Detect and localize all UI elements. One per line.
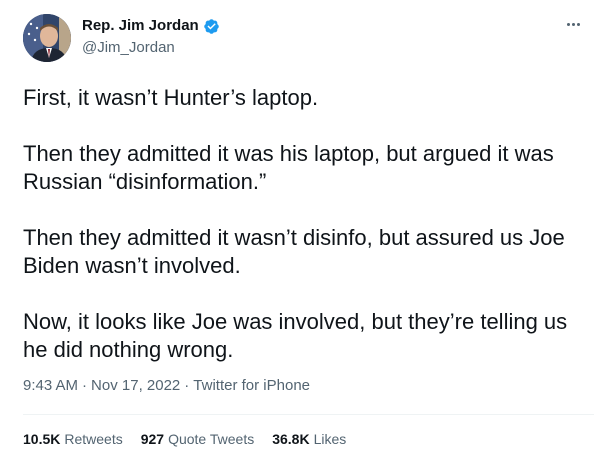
divider <box>23 414 594 415</box>
meta-separator: · <box>184 377 190 394</box>
likes-label: Likes <box>313 431 347 447</box>
tweet-paragraph: Now, it looks like Joe was involved, but… <box>23 309 568 362</box>
dot <box>566 22 570 26</box>
quote-tweets-count: 927 <box>140 431 165 447</box>
author-display-name[interactable]: Rep. Jim Jordan <box>82 17 199 35</box>
tweet-time: 9:43 AM <box>23 377 79 394</box>
tweet-metadata: 9:43 AM · Nov 17, 2022 · Twitter for iPhone <box>23 377 310 395</box>
tweet-text: First, it wasn’t Hunter’s laptop. Then t… <box>23 84 583 364</box>
retweets-count: 10.5K <box>23 431 61 447</box>
likes-count: 36.8K <box>272 431 310 447</box>
retweets-label: Retweets <box>64 431 123 447</box>
tweet-source-link[interactable]: Twitter for iPhone <box>193 377 310 394</box>
likes-stat[interactable]: 36.8K Likes <box>272 431 346 448</box>
tweet-paragraph: Then they admitted it wasn’t disinfo, bu… <box>23 225 565 278</box>
more-dots-icon[interactable] <box>562 16 584 32</box>
author-name-row: Rep. Jim Jordan <box>82 17 220 35</box>
meta-separator: · <box>82 377 88 394</box>
tweet-paragraph: First, it wasn’t Hunter’s laptop. <box>23 85 319 110</box>
tweet-date: Nov 17, 2022 <box>91 377 181 394</box>
tweet-stats: 10.5K Retweets 927 Quote Tweets 36.8K Likes <box>23 431 346 448</box>
tweet-timestamp-link[interactable]: 9:43 AM · Nov 17, 2022 <box>23 377 180 394</box>
avatar[interactable] <box>23 14 71 62</box>
author-handle[interactable]: @Jim_Jordan <box>82 39 175 57</box>
tweet-paragraph: Then they admitted it was his laptop, bu… <box>23 141 554 194</box>
quote-tweets-stat[interactable]: 927 Quote Tweets <box>141 431 255 448</box>
verified-badge-icon <box>203 18 219 34</box>
dot <box>571 22 575 26</box>
avatar-image <box>23 14 71 62</box>
dot <box>576 22 580 26</box>
retweets-stat[interactable]: 10.5K Retweets <box>23 431 123 448</box>
tweet-card: Rep. Jim Jordan @Jim_Jordan First, it wa… <box>0 0 594 468</box>
quote-tweets-label: Quote Tweets <box>168 431 255 447</box>
